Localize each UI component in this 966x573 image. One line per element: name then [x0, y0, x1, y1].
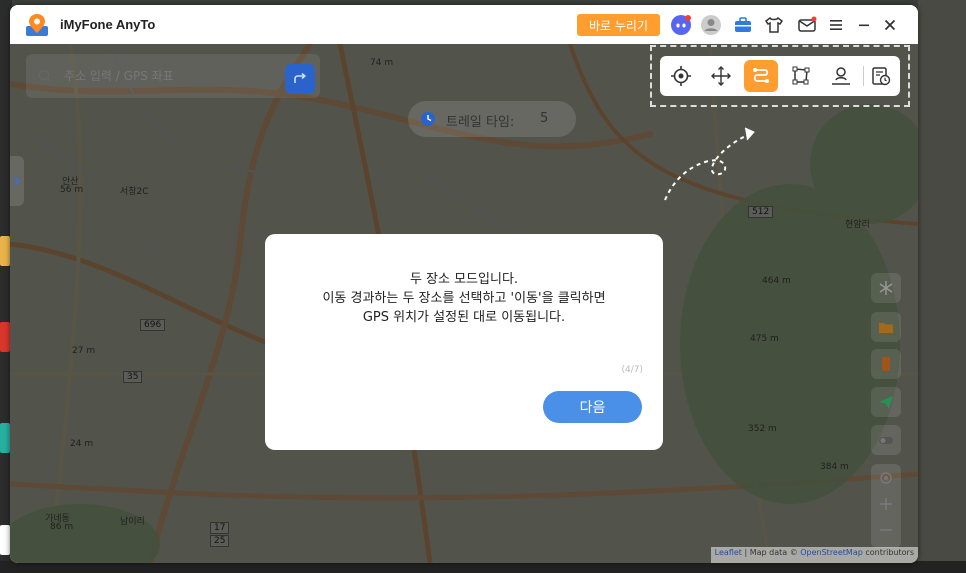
promo-button[interactable]: 바로 누리기 — [577, 14, 660, 36]
two-spot-mode-button[interactable] — [744, 60, 778, 92]
user-avatar-icon[interactable] — [700, 14, 722, 36]
mode-toolbar — [660, 56, 900, 96]
polygon-route-icon — [792, 66, 810, 85]
desktop-icon — [0, 322, 10, 352]
zoom-out-icon[interactable] — [878, 522, 894, 538]
pointer-arrow — [664, 127, 755, 201]
locate-icon[interactable] — [878, 470, 894, 486]
search-input[interactable]: 주소 입력 / GPS 좌표 — [64, 67, 174, 84]
move-arrows-icon — [711, 66, 731, 86]
map-view[interactable]: 안산56 m서창2C74 m6963527 m512현암리464 m475 m3… — [10, 44, 918, 563]
snowflake-icon — [879, 281, 893, 295]
next-button[interactable]: 다음 — [543, 391, 642, 423]
osm-link[interactable]: OpenStreetMap — [800, 548, 863, 557]
chevron-right-icon — [14, 176, 21, 186]
person-pin-icon — [832, 67, 850, 85]
desktop-right-edge — [918, 0, 966, 573]
trail-time-label: 트레일 타임: — [446, 115, 515, 130]
snowflake-tool-button[interactable] — [871, 273, 901, 303]
history-icon — [872, 67, 891, 86]
dialog-line-2: 이동 경과하는 두 장소를 선택하고 '이동'을 클릭하면 — [322, 291, 606, 306]
dialog-message: 두 장소 모드입니다. 이동 경과하는 두 장소를 선택하고 '이동'을 클릭하… — [265, 270, 663, 327]
desktop-icon — [0, 236, 10, 266]
search-bar[interactable]: 주소 입력 / GPS 좌표 — [26, 54, 320, 98]
attribution-suffix: contributors — [862, 548, 914, 557]
minimize-icon[interactable] — [853, 14, 875, 36]
shirt-icon[interactable] — [763, 14, 785, 36]
desktop-icon — [0, 525, 10, 555]
menu-icon[interactable] — [825, 14, 847, 36]
attribution-text: | Map data © — [741, 548, 801, 557]
app-window: iMyFone AnyTo 바로 누리기 주소 입력 / GPS 좌표 트레일 … — [10, 5, 918, 563]
tutorial-dialog: 두 장소 모드입니다. 이동 경과하는 두 장소를 선택하고 '이동'을 클릭하… — [265, 234, 663, 450]
map-attribution: Leaflet | Map data © OpenStreetMap contr… — [710, 547, 918, 563]
trail-time-value: 5 — [540, 111, 549, 126]
app-logo-icon — [26, 14, 48, 36]
send-tool-button[interactable] — [871, 387, 901, 417]
discord-icon[interactable] — [670, 14, 692, 36]
desktop-icon — [0, 423, 10, 453]
mail-icon[interactable] — [796, 14, 818, 36]
folder-tool-button[interactable] — [871, 312, 901, 342]
toolbox-icon[interactable] — [732, 14, 754, 36]
sidebar-toggle[interactable] — [10, 156, 24, 206]
redirect-arrow-icon — [294, 72, 307, 83]
search-go-button[interactable] — [285, 64, 315, 94]
jump-mode-button[interactable] — [704, 60, 738, 92]
trail-time-pill: 트레일 타임: 5 — [408, 101, 576, 137]
dialog-line-3: GPS 위치가 설정된 대로 이동됩니다. — [362, 310, 566, 325]
device-tool-button[interactable] — [871, 349, 901, 379]
route-icon — [753, 68, 769, 83]
phone-icon — [882, 357, 890, 371]
step-counter: (4/7) — [621, 365, 643, 375]
close-icon[interactable] — [879, 14, 901, 36]
title-bar: iMyFone AnyTo 바로 누리기 — [10, 5, 918, 44]
multi-spot-mode-button[interactable] — [784, 60, 818, 92]
zoom-in-icon[interactable] — [878, 496, 894, 512]
dialog-line-1: 두 장소 모드입니다. — [409, 272, 519, 287]
folder-icon — [879, 323, 893, 333]
zoom-panel — [871, 464, 901, 548]
leaflet-link[interactable]: Leaflet — [715, 548, 742, 557]
crosshair-icon — [671, 66, 691, 86]
toggle-icon — [879, 437, 893, 444]
joystick-mode-button[interactable] — [824, 60, 858, 92]
toggle-tool-button[interactable] — [871, 425, 901, 455]
search-icon — [38, 69, 52, 83]
clock-icon — [421, 112, 435, 126]
paper-plane-icon — [879, 396, 893, 409]
app-title: iMyFone AnyTo — [60, 17, 156, 32]
teleport-mode-button[interactable] — [664, 60, 698, 92]
history-button[interactable] — [864, 60, 898, 92]
